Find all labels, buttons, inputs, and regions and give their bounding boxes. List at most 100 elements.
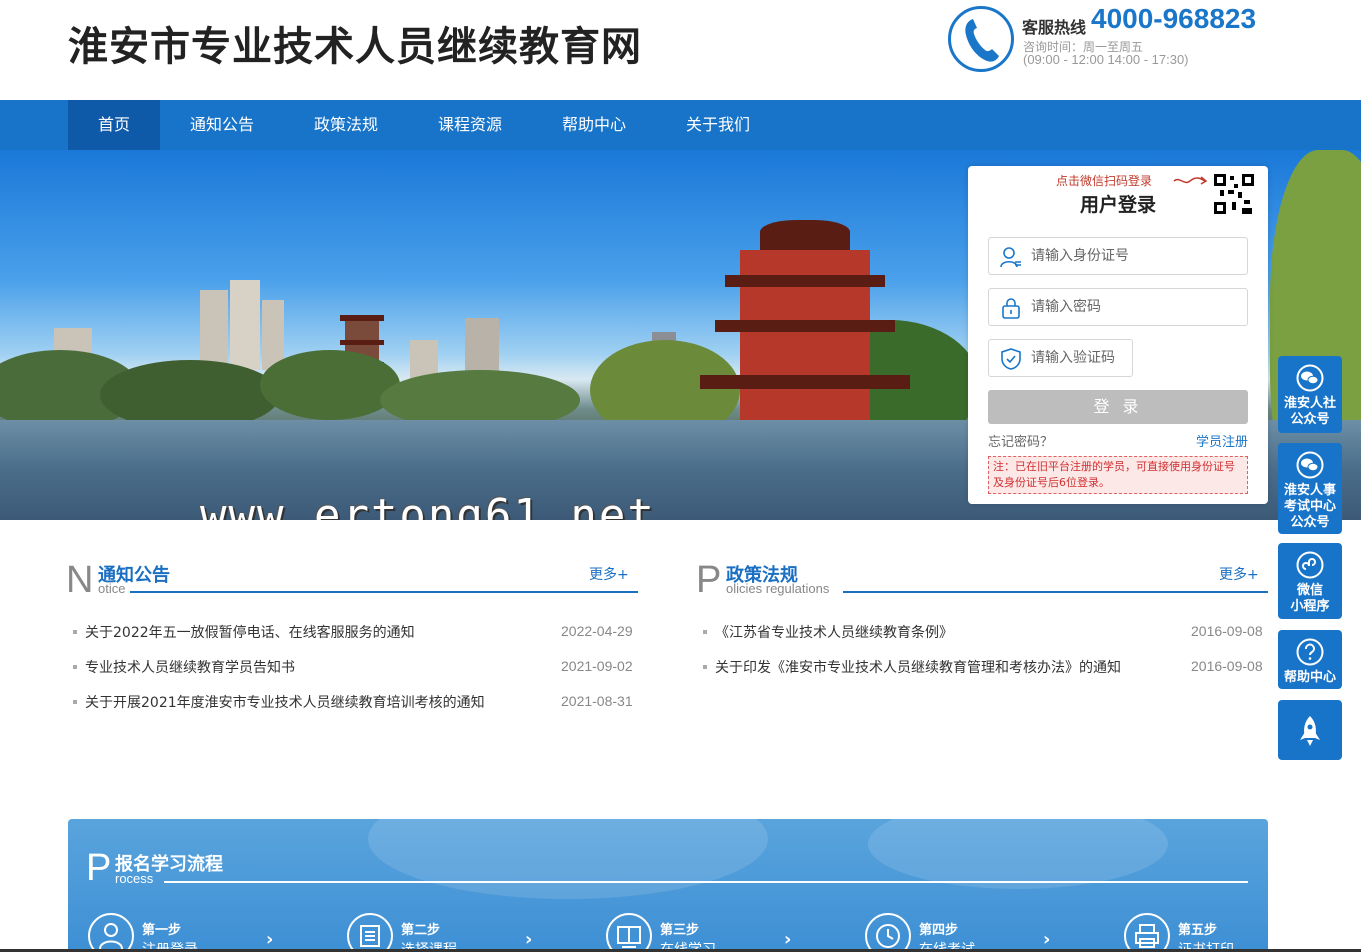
pagoda-roof	[700, 375, 910, 389]
notice-item[interactable]: 关于开展2021年度淮安市专业技术人员继续教育培训考核的通知	[73, 692, 485, 712]
question-icon	[1296, 638, 1324, 666]
user-icon	[88, 913, 134, 952]
float-exam-center-account[interactable]: 淮安人事 考试中心 公众号	[1278, 443, 1342, 534]
notice-item-date: 2022-04-29	[561, 623, 633, 639]
forgot-password-link[interactable]: 忘记密码？	[988, 431, 1053, 450]
login-title: 用户登录	[1079, 194, 1156, 216]
pagoda-roof	[760, 220, 850, 250]
notice-item[interactable]: 关于2022年五一放假暂停电话、在线客服服务的通知	[73, 622, 415, 642]
step-number: 第三步	[660, 923, 700, 938]
id-number-field[interactable]	[988, 237, 1248, 275]
notice-item-date: 2021-09-02	[561, 658, 633, 674]
process-step-online-exam: 第四步 在线考试 ›	[865, 913, 1065, 952]
nav-item-policy[interactable]: 政策法规	[300, 100, 392, 150]
process-divider	[164, 881, 1248, 883]
nav-item-help[interactable]: 帮助中心	[548, 100, 640, 150]
watermark: www.ertong61.net	[200, 490, 656, 520]
site-title[interactable]: 淮安市专业技术人员继续教育网	[68, 14, 642, 72]
qr-login-hint[interactable]: 点击微信扫码登录	[1056, 172, 1152, 189]
process-subtitle: rocess	[115, 871, 154, 886]
notice-letter: N	[66, 559, 94, 601]
nav-item-about[interactable]: 关于我们	[672, 100, 764, 150]
step-number: 第一步	[142, 923, 182, 938]
process-step-online-study: 第三步 在线学习 ›	[606, 913, 806, 952]
notice-more-link[interactable]: 更多+	[589, 564, 629, 584]
notice-item-title[interactable]: 关于2022年五一放假暂停电话、在线客服服务的通知	[85, 625, 415, 641]
captcha-input[interactable]	[1031, 348, 1127, 368]
notice-item[interactable]: 专业技术人员继续教育学员告知书	[73, 657, 295, 677]
policy-item-title[interactable]: 《江苏省专业技术人员继续教育条例》	[715, 625, 953, 641]
user-icon	[1000, 247, 1021, 268]
policy-item-date: 2016-09-08	[1191, 658, 1263, 674]
float-mini-program[interactable]: 微信 小程序	[1278, 543, 1342, 619]
phone-icon	[948, 6, 1014, 72]
float-label: 淮安人事	[1283, 483, 1336, 498]
notice-subtitle: otice	[98, 581, 126, 596]
wechat-icon	[1296, 451, 1324, 479]
login-button[interactable]: 登 录	[988, 390, 1248, 424]
hotline-label: 客服热线	[1022, 18, 1087, 37]
hotline-number: 4000-968823	[1091, 3, 1257, 34]
arrow-icon	[1173, 176, 1208, 185]
header: 淮安市专业技术人员继续教育网 客服热线 4000-968823 咨询时间：周一至…	[0, 0, 1361, 100]
wechat-icon	[1296, 364, 1324, 392]
policy-item[interactable]: 关于印发《淮安市专业技术人员继续教育管理和考核办法》的通知	[703, 657, 1121, 677]
main-nav: 首页 通知公告 政策法规 课程资源 帮助中心 关于我们	[0, 100, 1361, 150]
login-panel: 点击微信扫码登录 用户登录 请输入身份证号 请输入验证码 登 录 忘记密码？ 学…	[968, 166, 1268, 504]
lock-icon	[1002, 298, 1020, 319]
cloud-decoration	[868, 819, 1168, 889]
step-number: 第二步	[401, 923, 441, 938]
building	[200, 290, 228, 370]
policy-item[interactable]: 《江苏省专业技术人员继续教育条例》	[703, 622, 953, 642]
policy-item-title[interactable]: 关于印发《淮安市专业技术人员继续教育管理和考核办法》的通知	[715, 660, 1121, 676]
password-input[interactable]	[1031, 297, 1231, 317]
float-label: 考试中心	[1283, 499, 1336, 514]
float-label: 小程序	[1290, 599, 1330, 614]
nav-item-home[interactable]: 首页	[68, 100, 160, 150]
float-label: 公众号	[1290, 515, 1330, 530]
book-icon	[606, 913, 652, 952]
policy-subtitle: olicies regulations	[726, 581, 830, 596]
service-hours-times: (09:00 - 12:00 14:00 - 17:30)	[1023, 52, 1189, 67]
float-label: 公众号	[1290, 412, 1330, 427]
pagoda-roof	[725, 275, 885, 287]
id-number-input[interactable]	[1031, 246, 1231, 266]
process-step-select-course: 第二步 选择课程 ›	[347, 913, 547, 952]
login-note: 注：已在旧平台注册的学员，可直接使用身份证号及身份证号后6位登录。	[988, 456, 1248, 494]
notice-item-date: 2021-08-31	[561, 693, 633, 709]
shield-icon	[1001, 348, 1021, 370]
chevron-right-icon: ›	[784, 929, 792, 950]
pagoda-roof	[340, 315, 384, 321]
register-link[interactable]: 学员注册	[1196, 431, 1248, 450]
policy-divider	[843, 591, 1268, 593]
float-label: 帮助中心	[1283, 670, 1336, 685]
rocket-icon	[1300, 716, 1320, 746]
mini-program-icon	[1296, 551, 1324, 579]
trees	[260, 350, 400, 420]
back-to-top-button[interactable]	[1278, 700, 1342, 760]
chevron-right-icon: ›	[525, 929, 533, 950]
chevron-right-icon: ›	[1043, 929, 1051, 950]
pagoda-roof	[715, 320, 895, 332]
clock-icon	[865, 913, 911, 952]
notice-divider	[130, 591, 638, 593]
nav-item-courses[interactable]: 课程资源	[424, 100, 516, 150]
password-field[interactable]	[988, 288, 1248, 326]
policy-more-link[interactable]: 更多+	[1219, 564, 1259, 584]
float-label: 淮安人社	[1283, 396, 1336, 411]
policy-letter: P	[696, 559, 722, 601]
process-step-register: 第一步 注册登录 ›	[88, 913, 288, 952]
policy-item-date: 2016-09-08	[1191, 623, 1263, 639]
pagoda-roof	[340, 340, 384, 345]
captcha-field[interactable]	[988, 339, 1133, 377]
float-help-center[interactable]: 帮助中心	[1278, 630, 1342, 689]
nav-item-notice[interactable]: 通知公告	[176, 100, 268, 150]
notice-item-title[interactable]: 关于开展2021年度淮安市专业技术人员继续教育培训考核的通知	[85, 695, 485, 711]
float-label: 微信	[1296, 583, 1323, 598]
notice-item-title[interactable]: 专业技术人员继续教育学员告知书	[85, 660, 295, 676]
process-step-print-certificate: 第五步 证书打印	[1124, 913, 1268, 952]
cloud-decoration	[368, 819, 768, 899]
list-icon	[347, 913, 393, 952]
step-number: 第五步	[1178, 923, 1218, 938]
float-hr-official-account[interactable]: 淮安人社 公众号	[1278, 356, 1342, 433]
